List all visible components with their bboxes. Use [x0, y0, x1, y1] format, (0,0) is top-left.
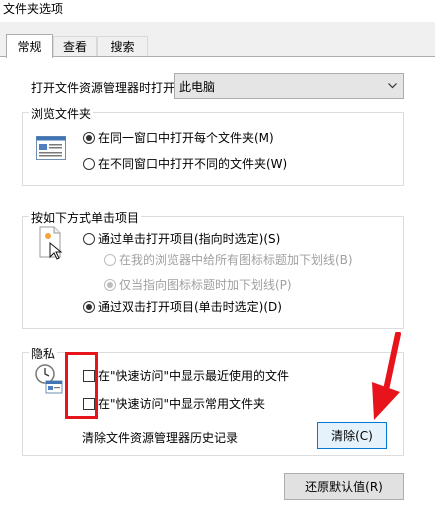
radio-button[interactable]: [104, 278, 116, 291]
folder-window-icon: [36, 136, 66, 163]
radio-button[interactable]: [83, 300, 95, 313]
radio-underline-point-label: 仅当指向图标标题时加下划线(P): [119, 278, 292, 292]
privacy-clock-icon: [34, 363, 66, 400]
open-explorer-value: 此电脑: [179, 79, 216, 94]
window-title: 文件夹选项: [3, 2, 64, 16]
checkbox[interactable]: [83, 397, 95, 410]
checkbox-frequent-folders[interactable]: 在"快速访问"中显示常用文件夹: [83, 395, 265, 412]
radio-same-window[interactable]: 在同一窗口中打开每个文件夹(M): [83, 129, 274, 146]
chevron-down-icon: [388, 81, 397, 90]
radio-single-click-label: 通过单击打开项目(指向时选定)(S): [98, 232, 281, 246]
clear-button-label: 清除(C): [331, 429, 373, 443]
radio-single-click[interactable]: 通过单击打开项目(指向时选定)(S): [83, 230, 280, 247]
checkbox-recent-files[interactable]: 在"快速访问"中显示最近使用的文件: [83, 367, 289, 384]
tab-general-label: 常规: [17, 40, 42, 54]
browse-folders-legend: 浏览文件夹: [29, 105, 94, 122]
open-explorer-select[interactable]: 此电脑: [174, 73, 404, 99]
checkbox[interactable]: [83, 369, 95, 382]
tab-search-label: 搜索: [110, 40, 135, 54]
open-explorer-label: 打开文件资源管理器时打开:: [31, 81, 180, 95]
tab-search[interactable]: 搜索: [97, 36, 148, 56]
radio-underline-all-label: 在我的浏览器中给所有图标标题加下划线(B): [119, 253, 353, 267]
radio-same-window-label: 在同一窗口中打开每个文件夹(M): [98, 131, 274, 145]
tab-view-label: 查看: [62, 40, 87, 54]
radio-underline-point[interactable]: 仅当指向图标标题时加下划线(P): [104, 276, 292, 293]
annotation-arrow-icon: [360, 331, 405, 427]
clear-history-label: 清除文件资源管理器历史记录: [82, 431, 239, 445]
radio-button[interactable]: [83, 232, 95, 245]
checkbox-recent-files-label: 在"快速访问"中显示最近使用的文件: [98, 369, 290, 383]
radio-double-click[interactable]: 通过双击打开项目(单击时选定)(D): [83, 298, 282, 315]
radio-button[interactable]: [104, 253, 116, 266]
tab-view[interactable]: 查看: [53, 36, 97, 56]
radio-underline-all[interactable]: 在我的浏览器中给所有图标标题加下划线(B): [104, 251, 353, 268]
radio-button[interactable]: [83, 131, 95, 144]
browse-folders-group: [22, 112, 404, 186]
privacy-legend: 隐私: [29, 345, 58, 362]
click-items-legend: 按如下方式单击项目: [29, 209, 142, 226]
radio-button[interactable]: [83, 157, 95, 170]
checkbox-frequent-folders-label: 在"快速访问"中显示常用文件夹: [98, 397, 266, 411]
radio-different-window-label: 在不同窗口中打开不同的文件夹(W): [98, 157, 288, 171]
tab-general[interactable]: 常规: [6, 34, 53, 58]
restore-defaults-button[interactable]: 还原默认值(R): [284, 473, 404, 500]
restore-defaults-label: 还原默认值(R): [305, 480, 383, 494]
title-bar: [0, 0, 435, 22]
pointer-hand-icon: [36, 225, 68, 264]
radio-double-click-label: 通过双击打开项目(单击时选定)(D): [98, 300, 282, 314]
radio-different-window[interactable]: 在不同窗口中打开不同的文件夹(W): [83, 155, 287, 172]
